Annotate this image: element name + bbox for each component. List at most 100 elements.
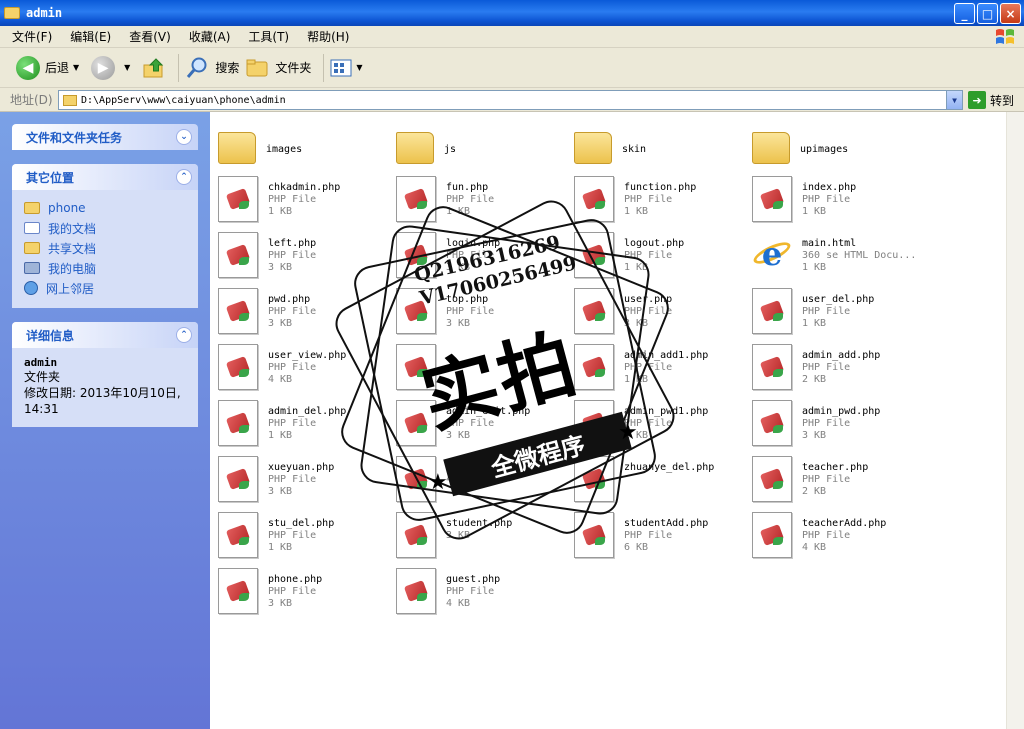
- file-label: admin_pwd.php PHP File 3 KB: [802, 400, 880, 450]
- place-network[interactable]: 网上邻居: [24, 278, 186, 298]
- menu-view[interactable]: 查看(V): [129, 28, 171, 45]
- file-list-view[interactable]: images js skin upimages chkadmin.php PHP File…: [210, 112, 1006, 729]
- file-item[interactable]: admin_add.php PHP File 2 KB: [744, 344, 914, 394]
- file-item[interactable]: xueyuan.php PHP File 3 KB: [210, 456, 380, 506]
- chevron-down-icon[interactable]: ⌄: [176, 129, 192, 145]
- details-header[interactable]: 详细信息 ⌃: [12, 322, 198, 348]
- folder-item[interactable]: images: [210, 124, 380, 174]
- file-label: upimages: [800, 124, 848, 174]
- menu-tools[interactable]: 工具(T): [248, 28, 289, 45]
- file-name: student.php: [446, 518, 513, 529]
- file-item[interactable]: function.php PHP File 1 KB: [566, 176, 736, 226]
- address-input[interactable]: D:\AppServ\www\caiyuan\phone\admin ▼: [58, 90, 963, 110]
- file-item[interactable]: top.php PHP File 3 KB: [388, 288, 558, 338]
- details-panel: 详细信息 ⌃ admin 文件夹 修改日期: 2013年10月10日, 14:3…: [12, 322, 198, 427]
- file-size: 3 KB: [446, 262, 471, 273]
- file-item[interactable]: logout.php PHP File 1 KB: [566, 232, 736, 282]
- folder-icon: [24, 242, 40, 254]
- file-size: 3 KB: [268, 318, 293, 329]
- folders-button[interactable]: 文件夹: [245, 52, 311, 84]
- file-item[interactable]: user_view.php PHP File 4 KB: [210, 344, 380, 394]
- views-dropdown-icon[interactable]: ▼: [356, 63, 362, 72]
- folder-item[interactable]: skin: [566, 124, 736, 174]
- php-leaf: [595, 369, 605, 377]
- file-size: 3 KB: [446, 530, 471, 541]
- go-button[interactable]: ➜ 转到: [968, 91, 1014, 109]
- file-item[interactable]: e main.html 360 se HTML Docu... 1 KB: [744, 232, 916, 282]
- file-size: 1 KB: [624, 262, 649, 273]
- php-file-icon: [574, 512, 614, 558]
- file-item[interactable]: admin_add1.php PHP File 1 KB: [566, 344, 736, 394]
- file-item[interactable]: studentAdd.php PHP File 6 KB: [566, 512, 736, 562]
- toolbar-separator: [323, 53, 325, 82]
- php-leaf: [239, 201, 249, 209]
- file-item[interactable]: pwd.php PHP File 3 KB: [210, 288, 380, 338]
- file-item[interactable]: admin_del.php PHP File 1 KB: [210, 400, 380, 450]
- address-dropdown-icon[interactable]: ▼: [946, 91, 962, 109]
- minimize-button[interactable]: _: [954, 3, 975, 24]
- file-name: admin_add.php: [802, 350, 881, 361]
- views-icon: [330, 59, 352, 76]
- place-phone[interactable]: phone: [24, 198, 186, 218]
- back-dropdown-icon[interactable]: ▼: [73, 63, 79, 72]
- file-type: PHP File: [446, 306, 495, 317]
- menu-file[interactable]: 文件(F): [12, 28, 52, 45]
- file-item[interactable]: chkadmin.php PHP File 1 KB: [210, 176, 380, 226]
- back-button[interactable]: ◀ 后退 ▼: [16, 52, 85, 84]
- file-item[interactable]: user.php PHP File 3 KB: [566, 288, 736, 338]
- views-button[interactable]: ▼: [330, 52, 368, 84]
- file-item[interactable]: stu_del.php PHP File 1 KB: [210, 512, 380, 562]
- place-shared-documents[interactable]: 共享文档: [24, 238, 186, 258]
- file-folder-tasks-header[interactable]: 文件和文件夹任务 ⌄: [12, 124, 198, 150]
- details-modified-time: 14:31: [24, 402, 59, 416]
- place-my-computer[interactable]: 我的电脑: [24, 258, 186, 278]
- file-item[interactable]: teacherAdd.php PHP File 4 KB: [744, 512, 914, 562]
- file-item[interactable]: teacher.php PHP File 2 KB: [744, 456, 914, 506]
- file-item[interactable]: [388, 344, 558, 394]
- file-type: PHP File: [446, 586, 495, 597]
- file-item[interactable]: student.php 3 KB: [388, 512, 558, 562]
- file-item[interactable]: admin_pwd.php PHP File 3 KB: [744, 400, 914, 450]
- address-label: 地址(D): [10, 93, 53, 107]
- file-item[interactable]: login.php PHP File 3 KB: [388, 232, 558, 282]
- file-item[interactable]: zh 4: [388, 456, 558, 506]
- php-file-icon: [396, 456, 436, 502]
- file-item[interactable]: left.php PHP File 3 KB: [210, 232, 380, 282]
- folder-item[interactable]: js: [388, 124, 558, 174]
- php-file-icon: [752, 288, 792, 334]
- back-arrow-icon: ◀: [16, 55, 40, 80]
- file-size: 3 KB: [268, 486, 293, 497]
- file-item[interactable]: admin_edit.php PHP File 3 KB: [388, 400, 558, 450]
- file-item[interactable]: index.php PHP File 1 KB: [744, 176, 914, 226]
- place-my-documents[interactable]: 我的文档: [24, 218, 186, 238]
- menu-help[interactable]: 帮助(H): [307, 28, 349, 45]
- file-item[interactable]: admin_pwd1.php PHP File 1 KB: [566, 400, 736, 450]
- maximize-button[interactable]: □: [977, 3, 998, 24]
- file-label: admin_add1.php PHP File 1 KB: [624, 344, 708, 394]
- vertical-scrollbar[interactable]: [1006, 112, 1024, 729]
- file-name: login.php: [446, 238, 501, 249]
- other-places-header[interactable]: 其它位置 ⌃: [12, 164, 198, 190]
- folder-item[interactable]: upimages: [744, 124, 914, 174]
- file-item[interactable]: zhuanye_del.php: [566, 456, 736, 506]
- close-button[interactable]: ×: [1000, 3, 1021, 24]
- chevron-up-icon[interactable]: ⌃: [176, 169, 192, 185]
- up-folder-icon: [143, 57, 164, 77]
- menu-edit[interactable]: 编辑(E): [70, 28, 111, 45]
- file-item[interactable]: fun.php PHP File 1 KB: [388, 176, 558, 226]
- file-size: 3 KB: [802, 430, 827, 441]
- search-button[interactable]: 搜索: [185, 52, 239, 84]
- menu-favorites[interactable]: 收藏(A): [189, 28, 231, 45]
- forward-button[interactable]: ▶ ▼: [91, 52, 136, 84]
- file-item[interactable]: user_del.php PHP File 1 KB: [744, 288, 914, 338]
- file-type: PHP File: [802, 530, 851, 541]
- place-label: 网上邻居: [46, 281, 95, 296]
- chevron-up-icon[interactable]: ⌃: [176, 327, 192, 343]
- forward-dropdown-icon[interactable]: ▼: [124, 63, 130, 72]
- php-file-icon: [396, 344, 436, 390]
- file-item[interactable]: guest.php PHP File 4 KB: [388, 568, 558, 618]
- up-folder-button[interactable]: [142, 52, 166, 84]
- file-item[interactable]: phone.php PHP File 3 KB: [210, 568, 380, 618]
- file-name: main.html: [802, 238, 857, 249]
- file-label: function.php PHP File 1 KB: [624, 176, 696, 226]
